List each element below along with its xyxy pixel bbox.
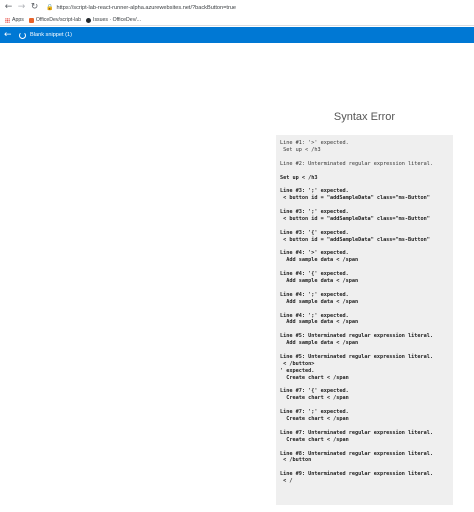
lock-icon: 🔒: [46, 4, 54, 11]
browser-toolbar: ← → ↻ 🔒 https://script-lab-react-runner-…: [0, 0, 474, 15]
address-bar[interactable]: 🔒 https://script-lab-react-runner-alpha.…: [46, 2, 470, 13]
back-arrow-icon[interactable]: ←: [4, 27, 14, 43]
error-list[interactable]: Line #1: '>' expected. Set up < /h3 Line …: [276, 135, 453, 505]
error-message: Line #4: ';' expected. Add sample data <…: [280, 291, 359, 305]
error-message: Line #7: Unterminated regular expression…: [280, 429, 434, 443]
error-message: Line #2: Unterminated regular expression…: [280, 160, 434, 167]
address-bar-url: https://script-lab-react-runner-alpha.az…: [56, 4, 237, 11]
error-message: Line #9: Unterminated regular expression…: [280, 471, 434, 485]
apps-grid-icon: [5, 17, 10, 23]
error-message: Set up < /h3: [280, 174, 318, 181]
error-message: Line #7: ';' expected. Create chart < /s…: [280, 409, 349, 423]
bookmarks-bar: Apps OfficeDev/script-lab Issues · Offic…: [0, 15, 474, 26]
bookmark-label: Issues · OfficeDev/...: [93, 17, 142, 23]
bookmark-label: Apps: [12, 17, 24, 23]
browser-back-icon[interactable]: ←: [3, 2, 14, 13]
bookmark-issues[interactable]: Issues · OfficeDev/...: [86, 17, 141, 23]
browser-reload-icon[interactable]: ↻: [29, 2, 40, 13]
office-icon: [28, 17, 34, 23]
github-icon: [86, 17, 91, 23]
error-message: Line #7: '{' expected. Create chart < /s…: [280, 388, 349, 402]
error-message: Line #5: Unterminated regular expression…: [280, 353, 434, 381]
error-message: Line #4: '{' expected. Add sample data <…: [280, 271, 359, 285]
bookmark-officedev-script-lab[interactable]: OfficeDev/script-lab: [28, 17, 81, 23]
app-header: ← Blank snippet (1): [0, 27, 474, 43]
page-title: Syntax Error: [333, 111, 396, 123]
bookmark-apps[interactable]: Apps: [5, 17, 24, 23]
error-message: Line #4: ';' expected. Add sample data <…: [280, 312, 359, 326]
error-message: Line #8: Unterminated regular expression…: [280, 450, 434, 464]
error-message: Line #3: ';' expected. < button id = "ad…: [280, 188, 430, 202]
loading-spinner-icon: [19, 31, 26, 39]
error-message: Line #3: ';' expected. < button id = "ad…: [280, 209, 430, 222]
error-message: Line #1: '>' expected. Set up < /h3: [280, 140, 349, 153]
error-message: Line #3: '{' expected. < button id = "ad…: [280, 229, 430, 243]
snippet-title: Blank snippet (1): [30, 32, 72, 38]
browser-forward-icon[interactable]: →: [16, 2, 27, 13]
error-message: Line #4: '>' expected. Add sample data <…: [280, 250, 359, 264]
error-message: Line #5: Unterminated regular expression…: [280, 333, 434, 347]
bookmark-label: OfficeDev/script-lab: [35, 17, 81, 23]
